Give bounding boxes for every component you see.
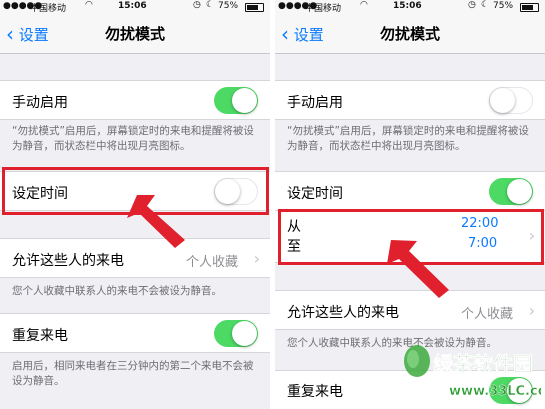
nav-bar: ‹ 设置 勿扰模式 xyxy=(275,13,545,54)
nav-bar: ‹ 设置 勿扰模式 xyxy=(0,13,270,54)
manual-label: 手动启用 xyxy=(12,95,68,111)
pointer-arrow xyxy=(387,240,449,298)
chevron-right-icon: › xyxy=(253,249,260,268)
moon-icon: ☾ xyxy=(206,0,215,10)
manual-row: 手动启用 xyxy=(275,80,545,120)
manual-footer: “勿扰模式”启用后，屏幕锁定时的来电和提醒将被设为静音，而状态栏中将出现月亮图标… xyxy=(12,125,254,152)
repeat-calls-row: 重复来电 xyxy=(0,313,270,353)
clock: 15:06 xyxy=(118,1,147,11)
left-screen: ●●●●● 中国移动 ◠ 15:06 ◷ ☾ 75% ‹ 设置 勿扰模式 手动启… xyxy=(0,0,270,409)
leaf-icon xyxy=(404,345,430,377)
scheduled-toggle[interactable] xyxy=(489,178,533,205)
repeat-calls-footer: 启用后，相同来电者在三分钟内的第二个来电不会被设为静音。 xyxy=(12,360,254,387)
repeat-calls-toggle[interactable] xyxy=(214,320,258,347)
scheduled-row: 设定时间 xyxy=(275,171,545,211)
manual-row: 手动启用 xyxy=(0,80,270,120)
manual-toggle[interactable] xyxy=(214,87,258,114)
wifi-icon: ◠ xyxy=(85,0,93,10)
scheduled-label: 设定时间 xyxy=(287,186,343,202)
page-title: 勿扰模式 xyxy=(104,25,165,43)
battery-icon xyxy=(520,3,539,12)
right-screen: ●●●●● 中国移动 ◠ 15:06 ◷ ☾ 75% ‹ 设置 勿扰模式 手动启… xyxy=(275,0,545,409)
wifi-icon: ◠ xyxy=(360,0,368,10)
alarm-icon: ◷ xyxy=(193,0,201,10)
status-bar: ●●●●● 中国移动 ◠ 15:06 ◷ ☾ 75% xyxy=(275,0,545,14)
status-bar: ●●●●● 中国移动 ◠ 15:06 ◷ ☾ 75% xyxy=(0,0,270,14)
allow-calls-label: 允许这些人的来电 xyxy=(12,253,124,269)
watermark-logo: 绿茶软件园 www.33LC.com xyxy=(404,345,541,399)
allow-calls-label: 允许这些人的来电 xyxy=(287,305,399,321)
alarm-icon: ◷ xyxy=(468,0,476,10)
watermark-name: 绿茶软件园 xyxy=(433,352,533,376)
allow-calls-value: 个人收藏 xyxy=(186,255,239,270)
chevron-right-icon: › xyxy=(528,301,535,320)
repeat-calls-label: 重复来电 xyxy=(287,384,343,400)
allow-calls-value: 个人收藏 xyxy=(461,307,514,322)
watermark-url: www.33LC.com xyxy=(449,384,541,399)
moon-icon: ☾ xyxy=(481,0,490,10)
page-title: 勿扰模式 xyxy=(379,25,440,43)
manual-label: 手动启用 xyxy=(287,95,343,111)
clock: 15:06 xyxy=(393,1,422,11)
manual-footer: “勿扰模式”启用后，屏幕锁定时的来电和提醒将被设为静音，而状态栏中将出现月亮图标… xyxy=(287,125,529,152)
repeat-calls-label: 重复来电 xyxy=(12,328,68,344)
allow-calls-footer: 您个人收藏中联系人的来电不会被设为静音。 xyxy=(12,285,222,297)
manual-toggle[interactable] xyxy=(489,87,533,114)
battery-icon xyxy=(245,3,264,12)
pointer-arrow xyxy=(127,195,185,248)
battery-percent: 75% xyxy=(493,1,514,11)
battery-percent: 75% xyxy=(218,1,239,11)
